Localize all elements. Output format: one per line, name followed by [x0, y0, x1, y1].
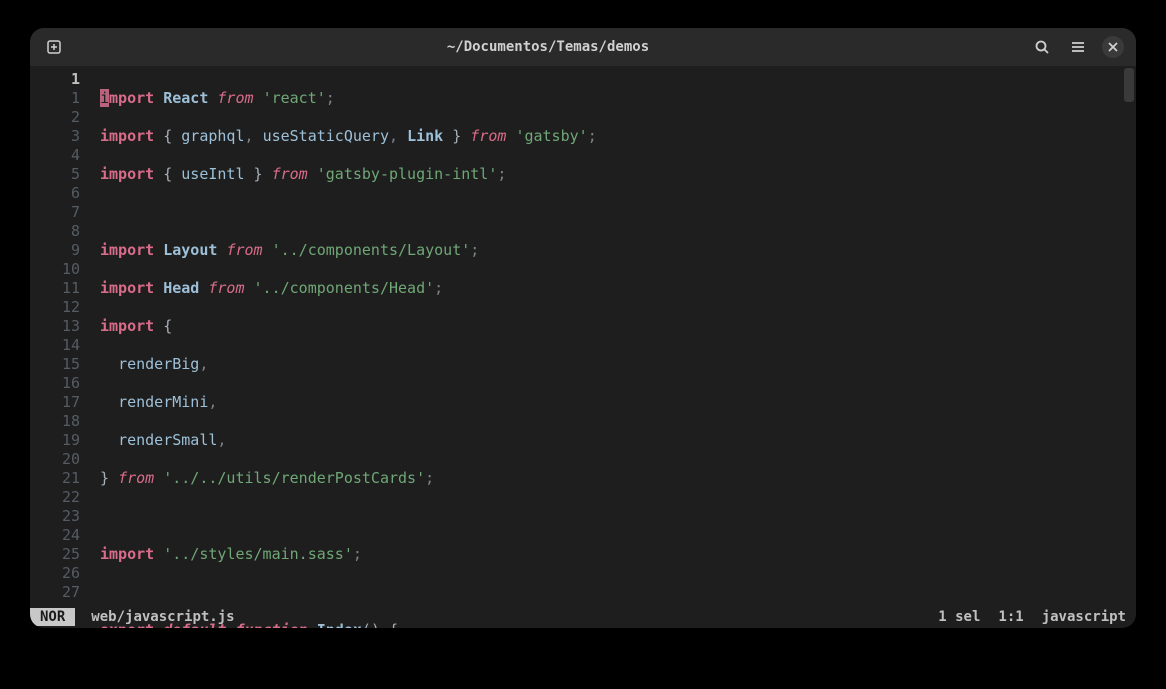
window-title: ~/Documentos/Temas/demos: [66, 39, 1030, 55]
new-tab-button[interactable]: [42, 35, 66, 59]
close-icon[interactable]: [1102, 36, 1124, 58]
titlebar: ~/Documentos/Temas/demos: [30, 28, 1136, 66]
terminal-window: ~/Documentos/Temas/demos: [30, 28, 1136, 628]
search-icon[interactable]: [1030, 35, 1054, 59]
mode-indicator: NOR: [30, 608, 75, 626]
line-gutter: 1 1 2 3 4 5 6 7 8 9 10 11 12 13 14 15 16…: [30, 66, 92, 606]
editor[interactable]: 1 1 2 3 4 5 6 7 8 9 10 11 12 13 14 15 16…: [30, 66, 1136, 606]
menu-icon[interactable]: [1066, 35, 1090, 59]
code-area[interactable]: import React from 'react'; import { grap…: [92, 66, 1122, 606]
scrollbar[interactable]: [1122, 66, 1136, 606]
